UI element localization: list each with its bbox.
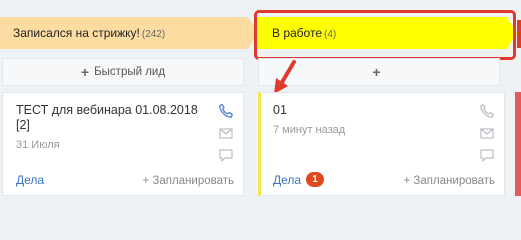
phone-icon[interactable]	[218, 103, 234, 125]
chat-icon[interactable]	[218, 147, 234, 169]
lead-title[interactable]: ТЕСТ для вебинара 01.08.2018 [2]	[16, 103, 206, 133]
schedule-link[interactable]: + Запланировать	[142, 175, 234, 187]
lead-title[interactable]: 01	[273, 103, 463, 118]
plus-icon: +	[403, 175, 414, 187]
quick-lead-label: Быстрый лид	[94, 66, 166, 78]
mail-icon[interactable]	[218, 125, 234, 147]
tasks-link[interactable]: Дела	[16, 173, 44, 187]
tasks-count-badge: 1	[306, 172, 325, 187]
lead-card[interactable]: ТЕСТ для вебинара 01.08.2018 [2] 31 Июля…	[2, 92, 244, 196]
phone-icon[interactable]	[479, 103, 495, 125]
lead-date: 31 Июля	[16, 139, 60, 151]
plus-icon: +	[142, 175, 153, 187]
annotation-arrow-icon	[274, 60, 296, 94]
stage-header-booked[interactable]: Записался на стрижку! (242)	[0, 17, 260, 49]
stage-count: (4)	[324, 29, 337, 40]
chat-icon[interactable]	[479, 147, 495, 169]
schedule-link[interactable]: + Запланировать	[403, 175, 495, 187]
lead-date: 7 минут назад	[273, 124, 346, 136]
stage-title: В работе (4)	[272, 26, 337, 40]
quick-lead-button[interactable]: + Быстрый лид	[2, 58, 244, 86]
next-stage-card-edge	[515, 92, 521, 196]
mail-icon[interactable]	[479, 125, 495, 147]
plus-icon: +	[372, 64, 381, 80]
stage-title: Записался на стрижку! (242)	[13, 26, 166, 40]
tasks-link[interactable]: Дела 1	[273, 172, 325, 187]
lead-card[interactable]: 01 7 минут назад Дела 1 + Запланировать	[258, 92, 505, 196]
stage-header-in-progress[interactable]: В работе (4)	[257, 17, 521, 49]
next-stage-edge	[517, 20, 521, 48]
stage-count: (242)	[141, 29, 166, 40]
plus-icon: +	[80, 64, 90, 80]
